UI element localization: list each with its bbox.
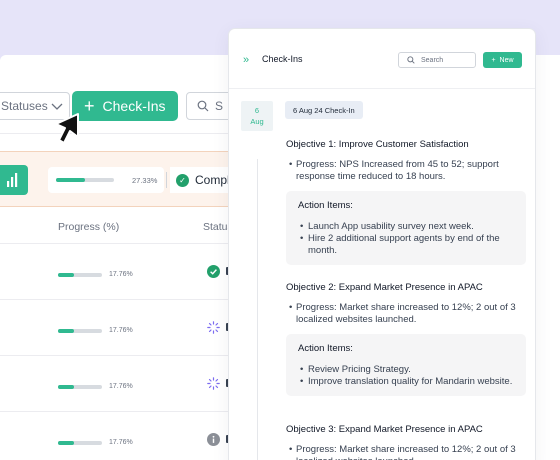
bar-chart-icon[interactable] [0, 165, 28, 195]
row-progress-fill [58, 328, 75, 333]
action-items-box: Action Items: Launch App usability surve… [286, 191, 526, 265]
row-progress-percent: 17.76% [109, 327, 133, 334]
search-icon [197, 100, 209, 112]
check-circle-icon: ✓ [176, 173, 189, 187]
spinner-icon [207, 377, 220, 390]
add-checkin-button[interactable]: + Check-Ins [72, 91, 178, 121]
row-progress-percent: 17.76% [109, 439, 133, 446]
search-icon [407, 56, 415, 64]
plus-icon: + [491, 56, 496, 64]
date-month: Aug [250, 117, 264, 126]
objective-item: Objective 1: Improve Customer Satisfacti… [286, 139, 526, 265]
row-progress-track [58, 272, 102, 277]
expand-panel-icon[interactable]: » [243, 54, 249, 66]
panel-title: Check-Ins [262, 54, 303, 64]
divider [0, 133, 260, 134]
date-badge: 6 Aug [241, 101, 273, 131]
row-progress: 17.76% [58, 439, 133, 446]
spinner-icon [207, 321, 220, 334]
row-progress-fill [58, 384, 75, 389]
objective-item: Objective 2: Expand Market Presence in A… [286, 282, 526, 396]
date-day: 6 [254, 106, 260, 115]
table-row[interactable]: 17.76% [0, 411, 260, 460]
new-checkin-label: New [499, 56, 514, 64]
row-progress-track [58, 384, 102, 389]
action-item: Launch App usability survey next week. [298, 221, 516, 233]
status-filter-label: Statuses [1, 99, 48, 113]
action-items-box: Action Items: Review Pricing Strategy. I… [286, 334, 526, 396]
row-progress-fill [58, 272, 75, 277]
objective-progress: Progress: Market share increased to 12%;… [286, 302, 526, 326]
objective-progress: Progress: Market share increased to 12%;… [286, 444, 526, 460]
background-toolbar: Statuses + Check-Ins S [0, 91, 260, 121]
row-progress-track [58, 440, 102, 445]
divider [166, 172, 167, 188]
row-progress: 17.76% [58, 383, 133, 390]
row-progress-percent: 17.76% [109, 271, 133, 278]
row-progress-track [58, 328, 102, 333]
row-progress-fill [58, 440, 75, 445]
checkins-panel-header: » Check-Ins Search + New [229, 29, 535, 89]
objective-progress: Progress: NPS Increased from 45 to 52; s… [286, 159, 526, 183]
action-items-title: Action Items: [298, 200, 353, 211]
info-icon [207, 433, 220, 446]
checkin-label[interactable]: 6 Aug 24 Check-In [285, 101, 363, 119]
summary-progress-percent: 27.33% [132, 175, 158, 185]
summary-progress-fill [56, 178, 86, 182]
timeline-line [257, 159, 258, 460]
row-progress: 17.76% [58, 271, 133, 278]
summary-status-label: Compl [195, 173, 230, 187]
row-progress: 17.76% [58, 327, 133, 334]
background-search-label: S [215, 99, 224, 113]
objective-title: Objective 1: Improve Customer Satisfacti… [286, 139, 469, 150]
action-items-title: Action Items: [298, 343, 353, 354]
summary-bar: 27.33% ✓ Compl [0, 151, 260, 207]
mouse-pointer-icon [55, 113, 79, 144]
panel-search-placeholder: Search [421, 56, 444, 64]
action-item: Review Pricing Strategy. [298, 364, 516, 376]
table-row[interactable]: 17.76% [0, 355, 260, 411]
action-item: Improve translation quality for Mandarin… [298, 376, 516, 388]
objective-title: Objective 2: Expand Market Presence in A… [286, 282, 483, 293]
add-checkin-label: Check-Ins [102, 98, 166, 114]
panel-search-input[interactable]: Search [398, 52, 476, 68]
objective-item: Objective 3: Expand Market Presence in A… [286, 424, 526, 460]
progress-column-header[interactable]: Progress (%) [58, 221, 119, 233]
table-row[interactable]: 17.76% [0, 243, 260, 299]
summary-progress-track [56, 178, 114, 182]
checkins-panel: » Check-Ins Search + New 6 Aug 6 Aug 24 … [229, 29, 535, 460]
objective-title: Objective 3: Expand Market Presence in A… [286, 424, 483, 435]
table-row[interactable]: 17.76% [0, 299, 260, 355]
row-progress-percent: 17.76% [109, 383, 133, 390]
summary-progress: 27.33% [48, 167, 164, 193]
action-item: Hire 2 additional support agents by end … [298, 233, 516, 257]
new-checkin-button[interactable]: + New [483, 52, 522, 68]
check-circle-icon [207, 265, 220, 278]
